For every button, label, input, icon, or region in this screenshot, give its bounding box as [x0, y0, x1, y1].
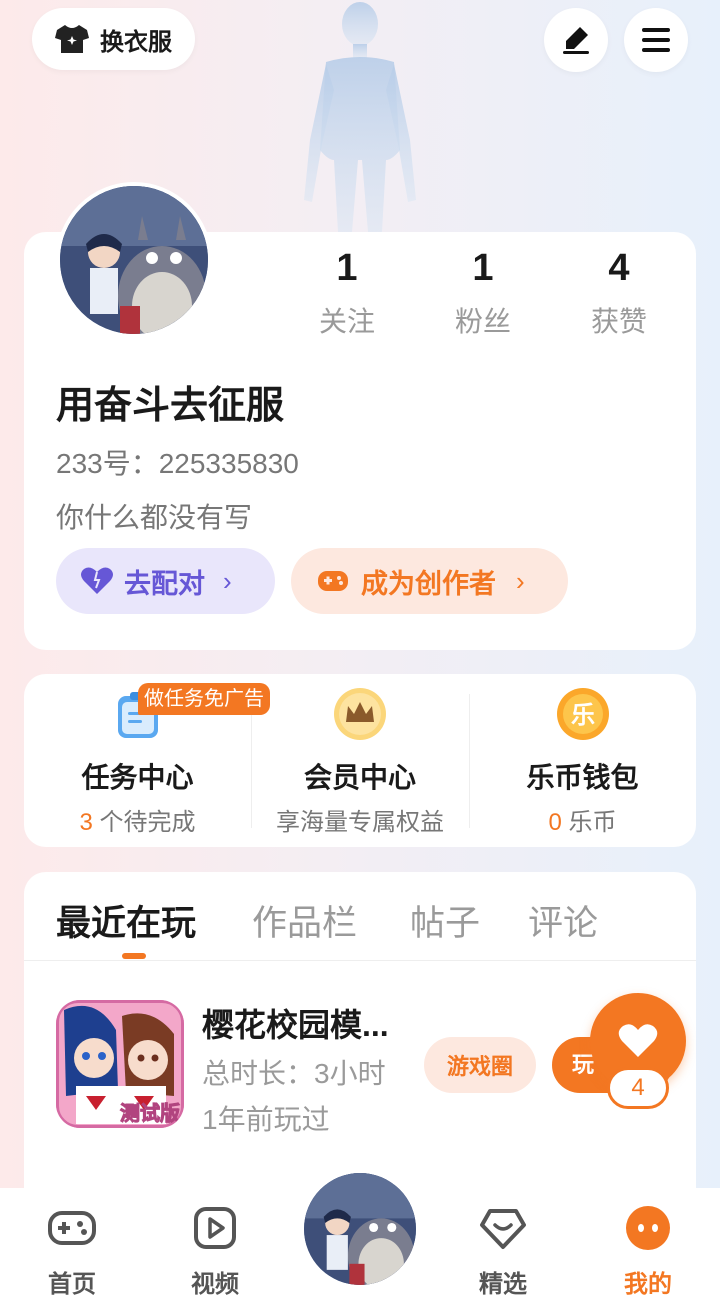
center-avatar-button[interactable] — [304, 1173, 416, 1285]
chevron-right-icon: › — [516, 565, 525, 596]
nav-featured-label: 精选 — [479, 1271, 527, 1298]
followers-label: 粉丝 — [454, 306, 511, 337]
change-outfit-label: 换衣服 — [100, 28, 172, 56]
gamepad-icon — [318, 571, 348, 591]
avatar-image — [304, 1173, 416, 1285]
user-id: 233号：225335830 — [56, 448, 299, 479]
edit-pen-icon — [563, 27, 589, 54]
tab-posts[interactable]: 帖子 — [410, 895, 480, 946]
change-outfit-button[interactable]: 换衣服 — [32, 8, 195, 70]
followers-count: 1 — [472, 247, 494, 289]
task-center-sub: 3 个待完成 — [79, 809, 196, 836]
heart-icon — [81, 567, 113, 594]
menu-icon — [642, 28, 670, 52]
match-button[interactable]: 去配对 › — [56, 548, 275, 614]
likes-count: 4 — [608, 247, 630, 289]
game-circle-button[interactable]: 游戏圈 — [424, 1037, 536, 1093]
nav-home-label: 首页 — [48, 1271, 96, 1298]
task-badge: 做任务免广告 — [138, 683, 270, 715]
coin-wallet-sub: 0 乐币 — [548, 809, 617, 836]
gamepad-icon — [48, 1211, 96, 1245]
likes-label: 获赞 — [590, 306, 647, 337]
nav-mine[interactable]: 我的 — [603, 1205, 693, 1299]
menu-button[interactable] — [624, 8, 688, 72]
game-duration: 总时长：3小时 — [202, 1058, 386, 1089]
following-count: 1 — [336, 247, 358, 289]
nav-video-label: 视频 — [191, 1271, 239, 1298]
tab-works[interactable]: 作品栏 — [252, 895, 357, 946]
user-avatar[interactable] — [56, 182, 212, 338]
tab-comments[interactable]: 评论 — [528, 895, 598, 946]
become-creator-label: 成为创作者 — [361, 568, 496, 599]
user-bio[interactable]: 你什么都没有写 — [56, 496, 252, 536]
like-count: 4 — [607, 1067, 669, 1109]
active-tab-indicator — [122, 953, 146, 959]
game-last-played: 1年前玩过 — [202, 1104, 330, 1135]
game-title[interactable]: 樱花校园模... — [202, 1000, 389, 1046]
divider — [24, 960, 696, 961]
member-center[interactable]: 会员中心 享海量专属权益 — [251, 674, 469, 847]
shirt-icon — [55, 25, 89, 53]
likes-stat[interactable]: 4 获赞 — [564, 248, 674, 340]
game-icon[interactable]: 测试版 — [56, 1000, 184, 1128]
username: 用奋斗去征服 — [56, 385, 285, 427]
match-label: 去配对 — [124, 568, 205, 599]
member-center-sub: 享海量专属权益 — [276, 809, 444, 836]
edit-button[interactable] — [544, 8, 608, 72]
avatar-hologram — [304, 2, 416, 232]
services-card: 任务中心 3 个待完成 会员中心 享海量专属权益 乐 乐币钱包 0 乐币 — [24, 674, 696, 847]
become-creator-button[interactable]: 成为创作者 › — [291, 548, 568, 614]
member-center-title: 会员中心 — [303, 762, 416, 793]
nav-featured[interactable]: 精选 — [458, 1205, 548, 1299]
coin-glyph: 乐 — [571, 701, 595, 729]
tab-recent-played[interactable]: 最近在玩 — [56, 895, 196, 946]
avatar-image — [60, 186, 208, 334]
nav-video[interactable]: 视频 — [170, 1205, 260, 1299]
game-icon-image: 测试版 — [56, 1000, 184, 1128]
task-center-title: 任务中心 — [81, 762, 194, 793]
followers-stat[interactable]: 1 粉丝 — [428, 248, 538, 340]
video-play-icon — [194, 1207, 236, 1249]
following-label: 关注 — [318, 306, 375, 337]
coin-icon: 乐 — [556, 688, 609, 740]
following-stat[interactable]: 1 关注 — [292, 248, 402, 340]
crown-icon — [334, 688, 386, 740]
nav-mine-label: 我的 — [624, 1271, 672, 1298]
heart-diamond-icon — [480, 1209, 526, 1249]
coin-wallet[interactable]: 乐 乐币钱包 0 乐币 — [469, 674, 696, 847]
nav-home[interactable]: 首页 — [27, 1205, 117, 1299]
profile-face-icon — [626, 1206, 670, 1250]
game-icon-badge: 测试版 — [120, 1101, 180, 1125]
heart-icon — [618, 1024, 658, 1057]
coin-wallet-title: 乐币钱包 — [526, 762, 639, 793]
chevron-right-icon: › — [223, 565, 232, 596]
